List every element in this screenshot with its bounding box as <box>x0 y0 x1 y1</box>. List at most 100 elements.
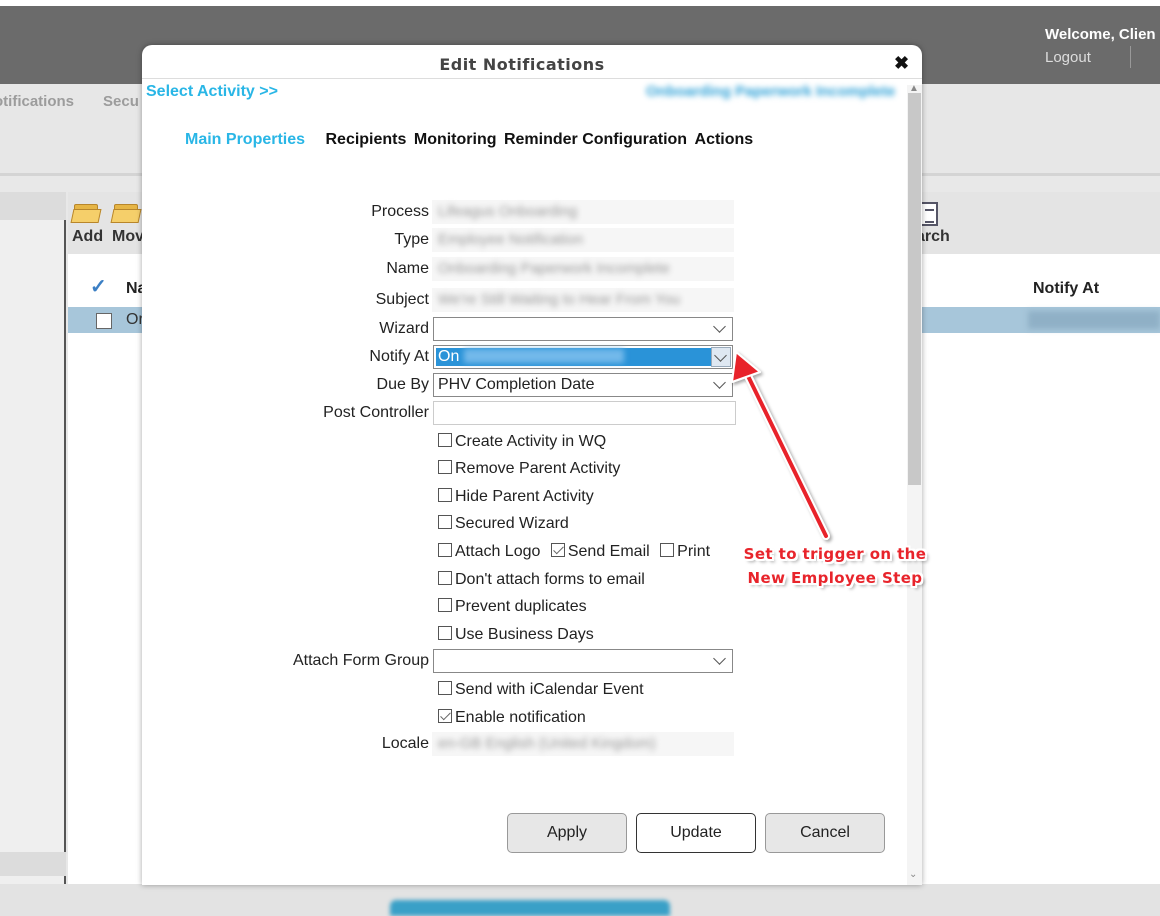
checkbox-box[interactable] <box>438 571 452 585</box>
subject-value: We're Still Waiting to Hear From You <box>438 291 681 308</box>
tab-monitoring[interactable]: Monitoring <box>414 131 497 149</box>
checkbox-box[interactable] <box>438 543 452 557</box>
print-checkbox[interactable]: Print <box>660 543 710 561</box>
checkbox-box[interactable] <box>438 488 452 502</box>
wizard-label: Wizard <box>379 320 429 337</box>
send-email-label: Send Email <box>567 543 650 560</box>
dialog-title: Edit Notifications <box>439 55 605 74</box>
notify-at-value: On <box>438 348 460 365</box>
nav-security[interactable]: Secu <box>103 93 139 110</box>
due-by-label: Due By <box>376 376 429 393</box>
checkbox-box[interactable] <box>660 543 675 557</box>
nav-notifications[interactable]: otifications <box>0 93 74 110</box>
header-divider <box>1130 46 1131 68</box>
close-icon[interactable]: ✖ <box>894 53 909 74</box>
chevron-down-icon <box>712 652 728 668</box>
wizard-select[interactable] <box>433 317 733 341</box>
locale-select[interactable]: en-GB English (United Kingdom) <box>432 732 734 756</box>
annotation-line-2: New Employee Step <box>747 569 923 587</box>
add-button[interactable]: Add <box>70 200 104 246</box>
select-activity-link[interactable]: Select Activity >> <box>146 83 278 101</box>
name-value: Onboarding Paperwork Incomplete <box>438 260 670 277</box>
business-days-checkbox[interactable]: Use Business Days <box>438 626 594 644</box>
hide-parent-checkbox[interactable]: Hide Parent Activity <box>438 488 594 506</box>
secured-wizard-label: Secured Wizard <box>455 515 569 532</box>
left-panel-footer <box>0 852 66 876</box>
print-label: Print <box>677 543 711 560</box>
column-header-notify-at[interactable]: Notify At <box>1033 280 1099 298</box>
dont-attach-checkbox[interactable]: Don't attach forms to email <box>438 571 645 589</box>
select-all-check-icon[interactable]: ✓ <box>90 274 107 299</box>
name-input[interactable]: Onboarding Paperwork Incomplete <box>432 257 734 281</box>
create-activity-label: Create Activity in WQ <box>455 433 607 450</box>
checkbox-box[interactable] <box>438 598 452 612</box>
update-button[interactable]: Update <box>636 813 756 853</box>
current-activity-name: Onboarding Paperwork Incomplete <box>646 83 896 100</box>
process-select[interactable]: Lifeagus Onboarding <box>432 200 734 224</box>
attach-form-group-select[interactable] <box>433 649 733 673</box>
remove-parent-label: Remove Parent Activity <box>455 460 621 477</box>
enable-notification-checkbox[interactable]: Enable notification <box>438 709 586 727</box>
move-button[interactable]: Mov <box>110 200 144 246</box>
dialog-titlebar: Edit Notifications ✖ <box>142 45 922 79</box>
add-label: Add <box>72 228 104 245</box>
tab-reminder-configuration[interactable]: Reminder Configuration <box>504 131 687 149</box>
due-by-select[interactable]: PHV Completion Date <box>433 373 733 397</box>
welcome-text: Welcome, Clien <box>1045 26 1156 43</box>
logout-link[interactable]: Logout <box>1045 49 1091 66</box>
dialog-scrollbar[interactable]: ▲ ⌄ <box>907 83 922 885</box>
annotation-callout: Set to trigger on the New Employee Step <box>742 542 928 590</box>
icalendar-label: Send with iCalendar Event <box>455 681 644 698</box>
prevent-duplicates-label: Prevent duplicates <box>455 598 587 615</box>
scroll-thumb[interactable] <box>908 93 921 485</box>
tab-main-properties[interactable]: Main Properties <box>185 131 305 149</box>
attach-logo-label: Attach Logo <box>455 543 541 560</box>
checkbox-box[interactable] <box>438 433 452 447</box>
move-folder-icon <box>110 200 142 224</box>
apply-button[interactable]: Apply <box>507 813 627 853</box>
type-select[interactable]: Employee Notification <box>432 228 734 252</box>
post-controller-input[interactable] <box>433 401 736 425</box>
checkbox-box-checked[interactable] <box>438 709 452 723</box>
send-email-checkbox[interactable]: Send Email <box>550 543 650 561</box>
tab-recipients[interactable]: Recipients <box>325 131 406 149</box>
edit-notifications-dialog: Edit Notifications ✖ Select Activity >> … <box>142 45 922 885</box>
process-label: Process <box>371 203 429 220</box>
checkbox-box[interactable] <box>438 460 452 474</box>
chevron-down-icon <box>713 349 729 365</box>
type-value: Employee Notification <box>438 231 584 248</box>
notify-at-label: Notify At <box>369 348 429 365</box>
left-panel <box>0 192 66 884</box>
checkbox-box[interactable] <box>438 681 452 695</box>
checkbox-box-checked[interactable] <box>550 543 565 557</box>
bottom-button-blurred[interactable] <box>390 900 670 916</box>
remove-parent-checkbox[interactable]: Remove Parent Activity <box>438 460 620 478</box>
dont-attach-label: Don't attach forms to email <box>455 571 645 588</box>
business-days-label: Use Business Days <box>455 626 594 643</box>
attach-logo-checkbox[interactable]: Attach Logo <box>438 543 540 561</box>
secured-wizard-checkbox[interactable]: Secured Wizard <box>438 515 569 533</box>
create-activity-checkbox[interactable]: Create Activity in WQ <box>438 433 606 451</box>
notify-at-select[interactable]: On <box>433 345 733 369</box>
locale-value: en-GB English (United Kingdom) <box>438 735 656 752</box>
row-checkbox[interactable] <box>96 313 112 329</box>
row-notify-at-cell <box>1028 311 1160 329</box>
icalendar-checkbox[interactable]: Send with iCalendar Event <box>438 681 644 699</box>
subject-label: Subject <box>375 291 429 308</box>
locale-label: Locale <box>381 735 429 752</box>
notify-at-value-hidden <box>464 349 624 363</box>
annotation-line-1: Set to trigger on the <box>743 545 927 563</box>
post-controller-label: Post Controller <box>323 404 429 421</box>
left-panel-header <box>0 192 66 220</box>
dropdown-button[interactable] <box>711 347 731 367</box>
enable-notification-label: Enable notification <box>455 709 586 726</box>
checkbox-box[interactable] <box>438 626 452 640</box>
name-label: Name <box>386 260 429 277</box>
checkbox-box[interactable] <box>438 515 452 529</box>
scroll-down-icon[interactable]: ⌄ <box>909 869 917 880</box>
prevent-duplicates-checkbox[interactable]: Prevent duplicates <box>438 598 587 616</box>
tab-actions[interactable]: Actions <box>695 131 754 149</box>
move-label: Mov <box>112 228 144 245</box>
cancel-button[interactable]: Cancel <box>765 813 885 853</box>
subject-input[interactable]: We're Still Waiting to Hear From You <box>432 288 734 312</box>
